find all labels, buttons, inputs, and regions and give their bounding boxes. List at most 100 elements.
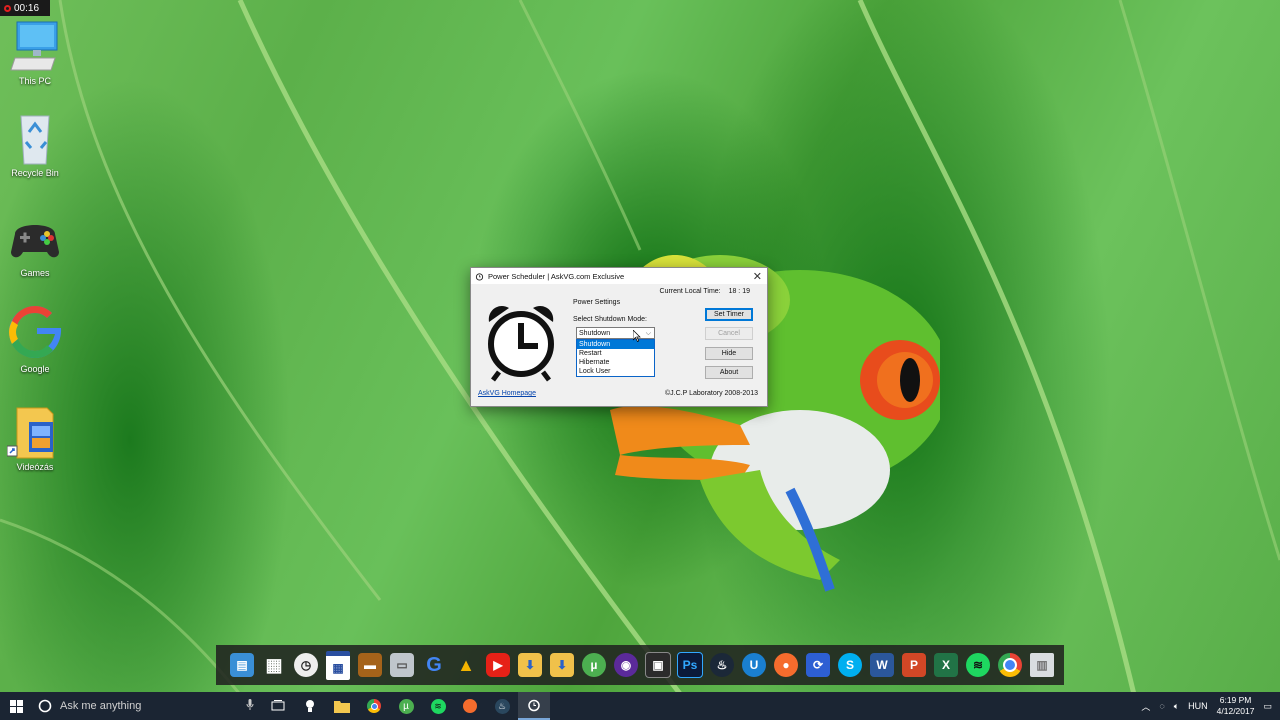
word-icon: W <box>870 653 894 677</box>
dock-item-trash[interactable]: ▥ <box>1026 650 1058 680</box>
dock-item-video-editor[interactable]: ▣ <box>642 650 674 680</box>
desktop-icon-label: This PC <box>18 76 51 86</box>
power-settings-group-label: Power Settings <box>573 299 621 306</box>
powerpoint-icon: P <box>902 653 926 677</box>
skype-icon: S <box>838 653 862 677</box>
current-time-value: 18 : 19 <box>728 288 750 295</box>
chrome-icon <box>998 653 1022 677</box>
set-timer-button[interactable]: Set Timer <box>705 308 753 321</box>
taskbar-app-file-explorer[interactable] <box>326 692 358 720</box>
taskbar-app-power-scheduler[interactable] <box>518 692 550 720</box>
option-hibernate[interactable]: Hibernate <box>577 358 654 367</box>
search-box[interactable]: Ask me anything <box>32 692 262 720</box>
taskbar-app-chrome[interactable] <box>358 692 390 720</box>
dock-item-photoshop[interactable]: Ps <box>674 650 706 680</box>
download-folder-icon: ⬇ <box>518 653 542 677</box>
dock-item-downloads-1[interactable]: ⬇ <box>514 650 546 680</box>
taskbar: Ask me anything µ ≋ ♨ ︿ ◌ 🔈︎ HUN 6:19 PM… <box>0 692 1280 720</box>
clock-date: 4/12/2017 <box>1216 706 1255 716</box>
close-icon[interactable]: ✕ <box>753 270 762 283</box>
media-player-icon: ◉ <box>614 653 638 677</box>
window-titlebar[interactable]: Power Scheduler | AskVG.com Exclusive ✕ <box>471 268 767 284</box>
dock-item-chrome[interactable] <box>994 650 1026 680</box>
spotify-icon: ≋ <box>430 698 446 714</box>
taskbar-app-utorrent[interactable]: µ <box>390 692 422 720</box>
taskbar-app-steam[interactable]: ♨ <box>486 692 518 720</box>
taskbar-clock[interactable]: 6:19 PM 4/12/2017 <box>1217 695 1255 717</box>
microphone-icon[interactable] <box>246 699 254 714</box>
dock-item-youtube[interactable]: ▶ <box>482 650 514 680</box>
desktop-icon-google[interactable]: Google <box>5 304 65 374</box>
dock-item-powerpoint[interactable]: P <box>898 650 930 680</box>
desktop-icon-videozas[interactable]: Videózás <box>5 402 65 472</box>
origin-icon: ● <box>774 653 798 677</box>
option-lock-user[interactable]: Lock User <box>577 367 654 376</box>
windows-logo-icon <box>9 699 23 713</box>
dock-item-google[interactable]: G <box>418 650 450 680</box>
dock-item-sync[interactable]: ⟳ <box>802 650 834 680</box>
folder-shortcut-icon <box>6 402 63 460</box>
desktop-icon-this-pc[interactable]: This PC <box>5 16 65 86</box>
option-shutdown[interactable]: Shutdown <box>577 340 654 349</box>
uplay-icon: U <box>742 653 766 677</box>
dock-item-calendar[interactable]: ▦ <box>322 650 354 680</box>
sync-icon: ⟳ <box>806 653 830 677</box>
dock-item-media[interactable]: ◉ <box>610 650 642 680</box>
desktop-icon-recycle-bin[interactable]: Recycle Bin <box>5 108 65 178</box>
alarm-clock-icon <box>528 699 540 712</box>
clock-icon: ◷ <box>294 653 318 677</box>
taskbar-app-origin[interactable] <box>454 692 486 720</box>
dock-item-drive[interactable]: ▲ <box>450 650 482 680</box>
dock-item-storage[interactable]: ▭ <box>386 650 418 680</box>
network-icon[interactable]: ◌ <box>1159 701 1164 711</box>
google-drive-icon: ▲ <box>457 654 475 675</box>
desktop-icon-label: Google <box>20 364 50 374</box>
dock-item-steam[interactable]: ♨ <box>706 650 738 680</box>
utorrent-icon: µ <box>398 698 414 714</box>
task-view-button[interactable] <box>262 692 294 720</box>
dock-item-apps-grid[interactable]: ▦ <box>258 650 290 680</box>
hide-button[interactable]: Hide <box>705 347 753 360</box>
dock-item-utorrent[interactable]: µ <box>578 650 610 680</box>
language-indicator[interactable]: HUN <box>1188 701 1208 711</box>
volume-icon[interactable]: 🔈︎ <box>1174 701 1179 712</box>
desktop-icon-label: Recycle Bin <box>11 168 59 178</box>
start-button[interactable] <box>0 692 32 720</box>
dock-item-downloads-2[interactable]: ⬇ <box>546 650 578 680</box>
task-view-icon <box>271 700 285 711</box>
steam-icon: ♨ <box>494 698 510 714</box>
selected-mode-value: Shutdown <box>579 330 611 337</box>
steam-icon: ♨ <box>710 653 734 677</box>
dock-item-excel[interactable]: X <box>930 650 962 680</box>
taskbar-app-spotify[interactable]: ≋ <box>422 692 454 720</box>
dock-item-desktop[interactable]: ▤ <box>226 650 258 680</box>
dock-item-origin[interactable]: ● <box>770 650 802 680</box>
chevron-up-icon[interactable]: ︿ <box>1141 700 1150 713</box>
dock-item-skype[interactable]: S <box>834 650 866 680</box>
taskbar-app-tips[interactable] <box>294 692 326 720</box>
desktop-icon-label: Games <box>20 268 50 278</box>
desktop-icon-games[interactable]: Games <box>5 208 65 278</box>
dock-item-clock[interactable]: ◷ <box>290 650 322 680</box>
dock-item-word[interactable]: W <box>866 650 898 680</box>
lightbulb-icon <box>306 700 314 712</box>
dock-item-uplay[interactable]: U <box>738 650 770 680</box>
alarm-clock-large-icon <box>488 305 554 382</box>
shutdown-mode-select[interactable]: Shutdown ⌵ <box>576 327 655 339</box>
chevron-down-icon: ⌵ <box>645 330 651 337</box>
cancel-button[interactable]: Cancel <box>705 327 753 340</box>
desktop-icon: ▤ <box>230 653 254 677</box>
cortana-icon <box>38 699 52 713</box>
dock-item-briefcase[interactable]: ▬ <box>354 650 386 680</box>
system-tray: ︿ ◌ 🔈︎ HUN 6:19 PM 4/12/2017 ▭ <box>1141 692 1280 720</box>
about-button[interactable]: About <box>705 366 753 379</box>
alarm-clock-icon <box>475 272 484 281</box>
dock-item-spotify[interactable]: ≋ <box>962 650 994 680</box>
power-scheduler-window: Power Scheduler | AskVG.com Exclusive ✕ … <box>470 267 768 407</box>
briefcase-icon: ▬ <box>358 653 382 677</box>
option-restart[interactable]: Restart <box>577 349 654 358</box>
google-icon <box>7 304 63 362</box>
recording-time: 00:16 <box>14 2 40 14</box>
homepage-link[interactable]: AskVG Homepage <box>478 390 536 397</box>
notifications-icon[interactable]: ▭ <box>1263 701 1272 712</box>
